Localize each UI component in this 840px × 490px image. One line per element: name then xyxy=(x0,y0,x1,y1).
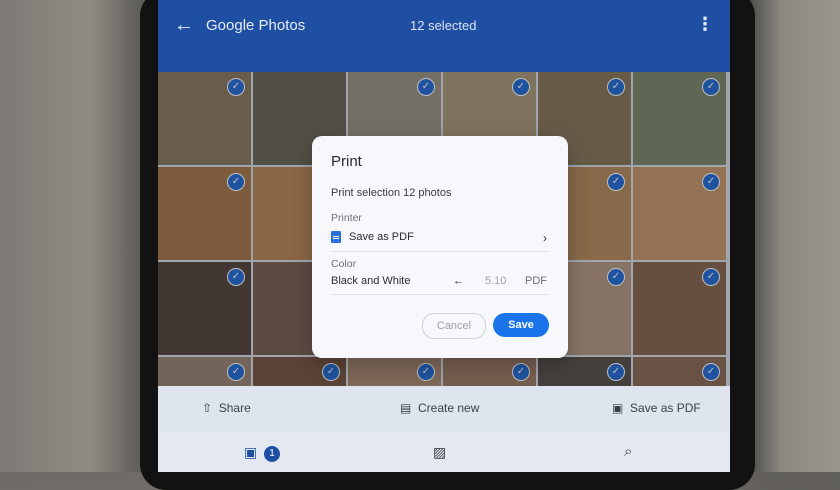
pdf-label: PDF xyxy=(525,275,547,287)
save-pdf-label: Save as PDF xyxy=(630,401,701,415)
printer-label: Printer xyxy=(331,212,362,224)
dialog-subtitle: Print selection 12 photos xyxy=(331,187,452,199)
phone-screen: ← Google Photos 12 selected ⋮ ✓ ✓ ✓ ✓ ✓ ✓ ✓ ✓ ✓ ✓… xyxy=(158,0,730,472)
background-left xyxy=(0,0,150,472)
background-right xyxy=(740,0,840,472)
action-bar: ⇧ Share ▤ Create new ▣ Save as PDF xyxy=(158,386,730,432)
save-pdf-icon: ▣ xyxy=(612,401,624,415)
bottom-navigation: ▣ 1 ▨ ⌕ xyxy=(158,432,730,472)
color-value: Black and White xyxy=(331,275,411,287)
printer-select[interactable]: Save as PDF › xyxy=(331,231,549,245)
top-app-bar: ← Google Photos 12 selected ⋮ xyxy=(158,0,730,72)
back-arrow-icon[interactable]: ← xyxy=(174,14,194,37)
share-label: Share xyxy=(218,401,251,415)
page-range: 5.10 xyxy=(485,275,507,287)
more-options-icon[interactable]: ⋮ xyxy=(696,14,714,35)
print-dialog: Print Print selection 12 photos Printer … xyxy=(312,136,568,358)
selected-count: 12 selected xyxy=(410,18,477,33)
save-button[interactable]: Save xyxy=(493,313,549,337)
document-icon xyxy=(331,231,341,244)
color-row[interactable]: Black and White ← 5.10 PDF xyxy=(331,275,549,287)
create-new-action[interactable]: ▤ Create new xyxy=(400,401,479,415)
search-icon[interactable]: ⌕ xyxy=(624,443,632,460)
chevron-right-icon: › xyxy=(543,231,547,245)
printer-value: Save as PDF xyxy=(349,231,414,243)
dialog-title: Print xyxy=(331,153,362,170)
photos-icon[interactable]: ▣ xyxy=(244,444,257,461)
color-label: Color xyxy=(331,258,357,270)
cancel-button[interactable]: Cancel xyxy=(422,313,486,339)
create-icon: ▤ xyxy=(400,401,412,415)
share-action[interactable]: ⇧ Share xyxy=(202,401,251,415)
divider xyxy=(331,294,549,295)
share-icon: ⇧ xyxy=(202,401,213,415)
save-pdf-action[interactable]: ▣ Save as PDF xyxy=(612,401,701,415)
app-title: Google Photos xyxy=(206,17,306,34)
create-label: Create new xyxy=(418,401,480,415)
arrow-left-icon[interactable]: ← xyxy=(453,275,464,287)
divider xyxy=(331,251,549,252)
photos-badge: 1 xyxy=(264,446,280,462)
image-icon[interactable]: ▨ xyxy=(433,444,446,461)
